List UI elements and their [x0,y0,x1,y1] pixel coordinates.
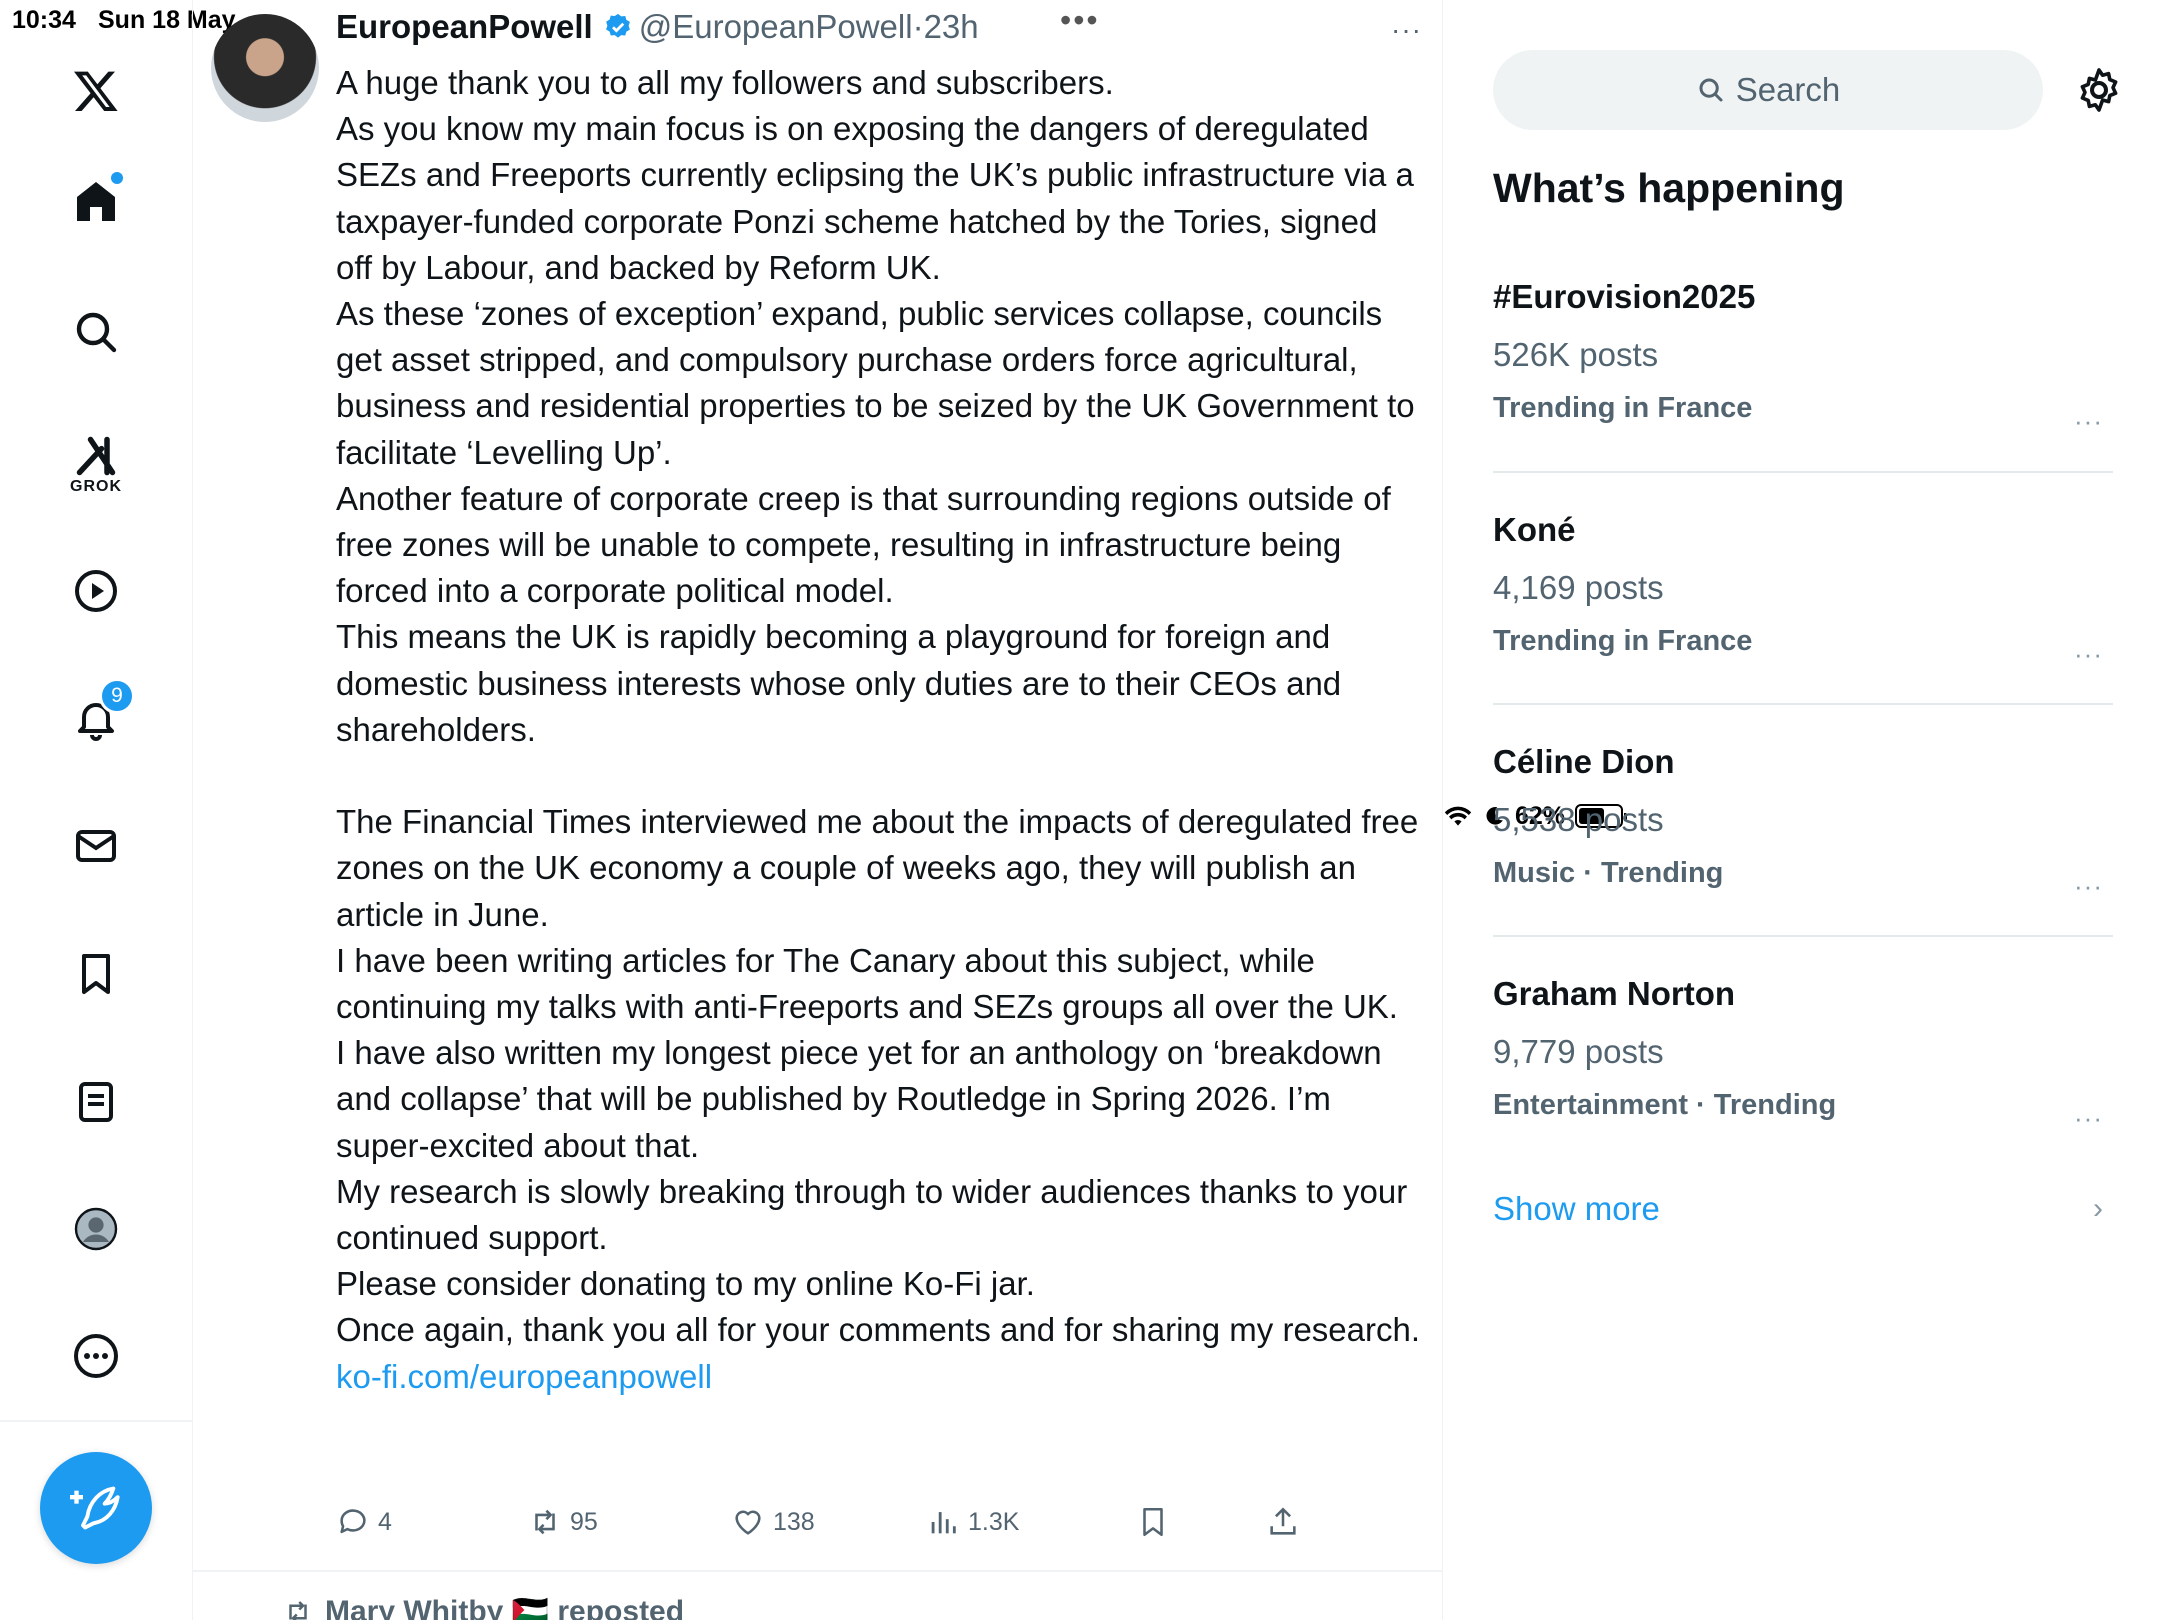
share-icon [1270,1507,1296,1535]
tweet-paragraph: This means the UK is rapidly becoming a … [336,618,1342,748]
trend-item[interactable]: Koné 4,169 posts Trending in France ··· [1493,511,2113,669]
bookmarks-icon[interactable] [67,945,125,1003]
reposted-by-label: Mary Whitby 🇵🇸 reposted [325,1595,685,1620]
x-logo-icon[interactable] [67,62,125,120]
left-nav: GROK 9 [0,0,193,1620]
home-unread-dot [111,172,123,184]
trend-divider [1493,935,2113,937]
trend-item[interactable]: Graham Norton 9,779 posts Entertainment … [1493,975,2113,1133]
search-icon[interactable] [67,303,125,361]
author-name[interactable]: EuropeanPowell [336,8,593,46]
heart-icon [735,1510,761,1535]
lists-icon[interactable] [67,1073,125,1131]
trend-more-options[interactable]: ··· [2074,1103,2103,1134]
tweet-actions: 4 95 138 1.3K [336,1505,1336,1545]
dot-separator: · [912,8,924,45]
bookmark-button[interactable] [1136,1505,1170,1539]
repost-icon [535,1509,555,1535]
trend-name: Céline Dion [1493,743,1675,780]
notifications-badge: 9 [99,678,135,714]
search-icon [1699,78,1723,102]
bookmark-icon [1143,1507,1163,1537]
trend-item[interactable]: #Eurovision2025 526K posts Trending in F… [1493,278,2113,436]
chevron-right-icon: › [2093,1192,2103,1225]
trend-name: Graham Norton [1493,975,1736,1012]
tweet-paragraph: Another feature of corporate creep is th… [336,479,1391,610]
nav-divider [0,1420,193,1422]
author-handle[interactable]: @EuropeanPowell [639,8,913,46]
like-button[interactable]: 138 [731,1505,815,1539]
kofi-link[interactable]: ko-fi.com/europeanpowell [336,1358,712,1395]
trend-more-options[interactable]: ··· [2074,639,2103,670]
tweet-paragraph: Once again, thank you all for your comme… [336,1311,1421,1349]
main-timeline: EuropeanPowell @EuropeanPowell · 23h ···… [193,0,1443,1620]
trend-more-options[interactable]: ··· [2074,871,2103,902]
compose-post-button[interactable] [40,1452,152,1564]
reply-icon [340,1509,366,1534]
trend-divider [1493,471,2113,473]
views-count: 1.3K [968,1507,1020,1536]
next-tweet-repost-header[interactable]: Mary Whitby 🇵🇸 reposted [283,1594,684,1620]
notifications-icon[interactable]: 9 [67,678,135,748]
trend-item[interactable]: Céline Dion 5,538 posts Music · Trending… [1493,743,2113,901]
compose-feather-icon [70,1486,120,1530]
more-options-icon[interactable] [67,1327,125,1385]
trend-posts: 5,538 posts [1493,801,1664,838]
trend-divider [1493,703,2113,705]
trend-name: Koné [1493,511,1576,548]
trend-context: Trending in France [1493,625,1753,657]
tweet-text: A huge thank you to all my followers and… [336,60,1421,1400]
grok-icon[interactable]: GROK [67,425,125,505]
search-input[interactable]: Search [1493,50,2043,130]
trend-more-options[interactable]: ··· [2074,406,2103,437]
tweet-paragraph: My research is slowly breaking through t… [336,1172,1408,1257]
trend-name: #Eurovision2025 [1493,278,1756,315]
video-icon[interactable] [67,562,125,620]
search-placeholder: Search [1735,71,1841,108]
tweet-paragraph: As these ‘zones of exception’ expand, pu… [336,295,1415,471]
trend-context: Music · Trending [1493,857,1724,889]
views-button[interactable]: 1.3K [926,1505,1019,1539]
verified-badge-icon [605,13,630,38]
tweet-header: EuropeanPowell @EuropeanPowell · 23h [336,8,979,46]
tweet-paragraph: The Financial Times interviewed me about… [336,803,1419,933]
trend-context: Trending in France [1493,392,1753,424]
tweet-more-options[interactable]: ··· [1391,14,1422,46]
settings-gear-icon[interactable] [2075,66,2123,114]
reply-button[interactable]: 4 [336,1505,392,1539]
views-icon [931,1512,956,1534]
trend-context: Entertainment · Trending [1493,1089,1837,1121]
profile-avatar-icon[interactable] [67,1200,125,1258]
share-button[interactable] [1266,1505,1300,1539]
messages-icon[interactable] [67,817,125,875]
show-more-link[interactable]: Show more [1493,1190,1660,1228]
tweet-paragraph: I have also written my longest piece yet… [336,1034,1382,1164]
like-count: 138 [773,1507,815,1536]
home-icon[interactable] [67,172,125,230]
trend-posts: 9,779 posts [1493,1033,1664,1070]
author-avatar[interactable] [211,14,319,122]
tweet-paragraph: Please consider donating to my online Ko… [336,1265,1035,1303]
reply-count: 4 [378,1507,392,1536]
tweet-paragraph: As you know my main focus is on exposing… [336,110,1414,286]
repost-small-icon [289,1600,307,1620]
trend-posts: 526K posts [1493,336,1659,373]
repost-count: 95 [570,1507,598,1536]
trend-posts: 4,169 posts [1493,569,1664,606]
right-sidebar: Search What’s happening #Eurovision2025 … [1443,0,2160,1620]
tweet-divider [193,1570,1443,1572]
tweet-paragraph: I have been writing articles for The Can… [336,941,1398,1026]
tweet-paragraph: A huge thank you to all my followers and… [336,64,1114,101]
whats-happening-title: What’s happening [1493,165,1845,211]
tweet-time[interactable]: 23h [924,8,979,46]
repost-button[interactable]: 95 [528,1505,598,1539]
grok-label: GROK [70,478,122,495]
